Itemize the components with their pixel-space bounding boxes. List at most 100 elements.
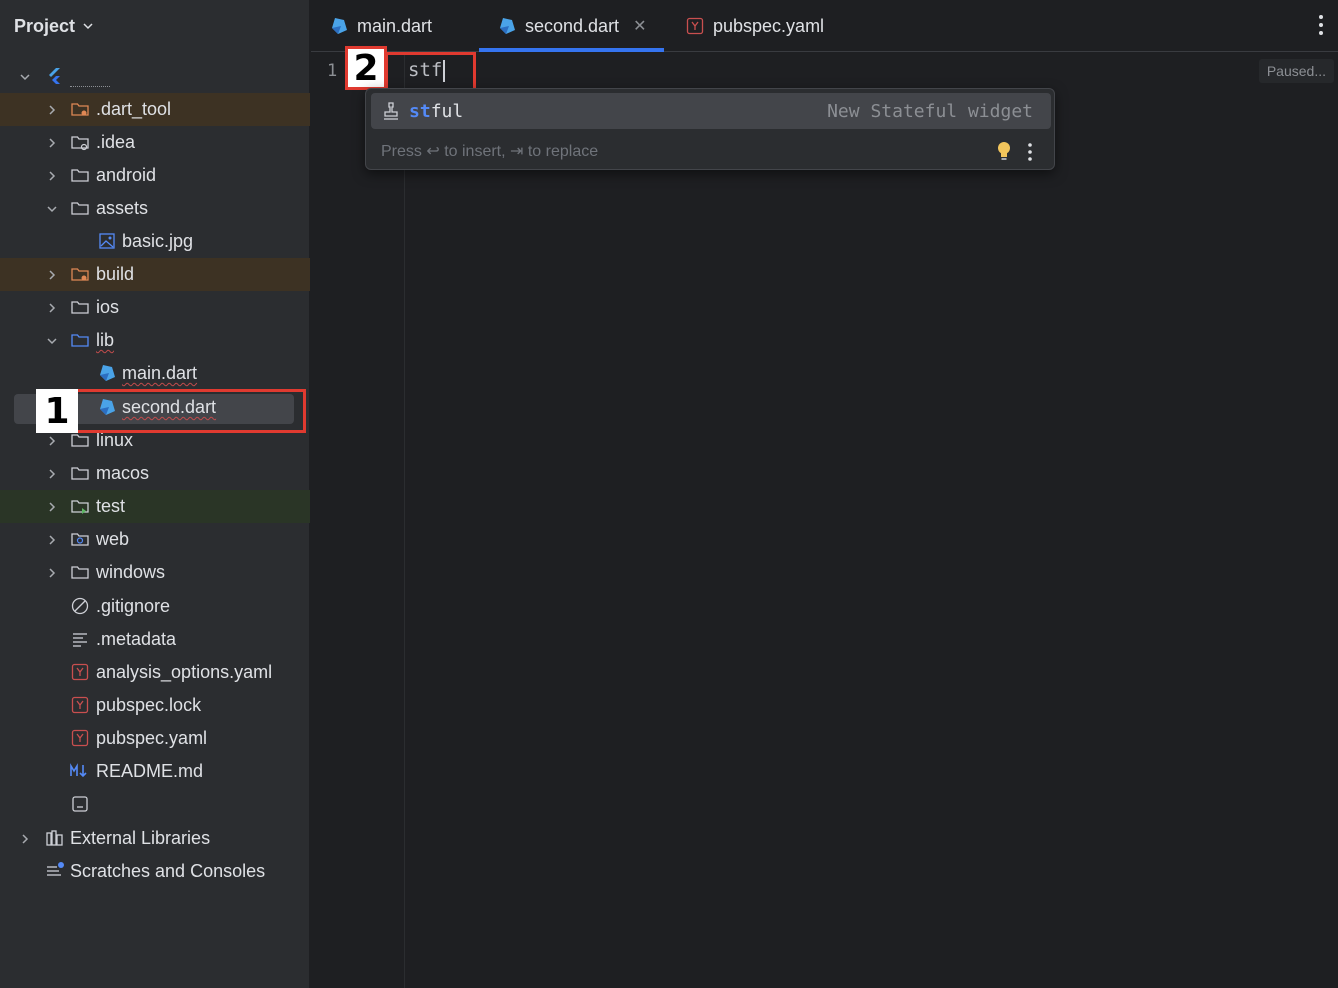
text-file-icon	[73, 633, 87, 647]
folder-excluded-icon	[71, 268, 89, 281]
lightbulb-icon[interactable]	[996, 141, 1012, 163]
chevron-right-icon[interactable]	[45, 467, 59, 481]
completion-item-description: New Stateful widget	[827, 100, 1033, 122]
markdown-file-icon	[70, 763, 87, 778]
tree-item[interactable]: .gitignore	[0, 590, 310, 623]
completion-item-stful[interactable]: stful New Stateful widget	[371, 93, 1051, 129]
chevron-down-icon[interactable]	[18, 70, 32, 84]
tree-item[interactable]: macos	[0, 457, 310, 490]
tree-item[interactable]: Scratches and Consoles	[0, 855, 310, 888]
chevron-down-icon[interactable]	[45, 334, 59, 348]
tree-item[interactable]	[0, 788, 310, 821]
tree-item[interactable]: .idea	[0, 126, 310, 159]
tree-item-label: Scratches and Consoles	[70, 861, 266, 881]
scratches-icon	[47, 862, 64, 876]
tab-label: pubspec.yaml	[713, 15, 825, 36]
chevron-right-icon[interactable]	[45, 136, 59, 150]
chevron-right-icon[interactable]	[45, 169, 59, 183]
chevron-down-icon[interactable]	[45, 202, 59, 216]
tree-item-label: web	[96, 529, 130, 549]
chevron-right-icon[interactable]	[45, 566, 59, 580]
tree-item[interactable]: analysis_options.yaml	[0, 656, 310, 689]
more-options-icon[interactable]	[1028, 143, 1032, 161]
yaml-file-icon	[71, 663, 89, 681]
tree-item-label: basic.jpg	[122, 231, 194, 251]
chevron-right-icon[interactable]	[45, 103, 59, 117]
tree-item[interactable]: windows	[0, 556, 310, 589]
tree-item[interactable]: pubspec.lock	[0, 689, 310, 722]
folder-icon	[71, 566, 89, 579]
tree-item-label: .gitignore	[96, 596, 171, 616]
tab-main-dart[interactable]: main.dart	[329, 0, 432, 52]
folder-icon	[71, 434, 89, 447]
tree-item-label: pubspec.lock	[96, 695, 202, 715]
tree-item[interactable]: README.md	[0, 755, 310, 788]
tree-item-label: assets	[96, 198, 149, 218]
completion-item-name: stful	[409, 101, 463, 122]
tree-item-label: main.dart	[122, 363, 198, 383]
tree-item-label: windows	[96, 562, 166, 582]
yaml-file-icon	[71, 729, 89, 747]
folder-icon	[71, 301, 89, 314]
callout-number-1: 1	[36, 389, 78, 433]
tree-item[interactable]: .metadata	[0, 623, 310, 656]
tree-item-label: External Libraries	[70, 828, 211, 848]
tree-item[interactable]: build	[0, 258, 310, 291]
tree-item-label: build	[96, 264, 135, 284]
tree-item-label: pubspec.yaml	[96, 728, 208, 748]
iml-file-icon	[72, 796, 88, 812]
tree-item-label: .metadata	[96, 629, 177, 649]
tree-item[interactable]: ios	[0, 291, 310, 324]
completion-hint: Press ↩ to insert, ⇥ to replace	[381, 143, 599, 160]
tree-item[interactable]: android	[0, 159, 310, 192]
chevron-right-icon[interactable]	[45, 500, 59, 514]
tab-label: second.dart	[525, 15, 620, 36]
tree-item[interactable]: web	[0, 523, 310, 556]
folder-icon	[71, 169, 89, 182]
editor-tab-bar: main.dart second.dart ✕ pubspec.yaml	[311, 0, 1338, 52]
tree-root-row[interactable]	[0, 60, 310, 93]
chevron-right-icon[interactable]	[45, 268, 59, 282]
folder-icon	[71, 467, 89, 480]
root-name-placeholder	[70, 86, 110, 87]
dart-file-icon	[332, 18, 347, 34]
tree-item[interactable]: basic.jpg	[0, 225, 310, 258]
tree-item-label: README.md	[96, 761, 204, 781]
tab-pubspec-yaml[interactable]: pubspec.yaml	[685, 0, 824, 52]
test-folder-icon	[71, 500, 89, 514]
chevron-right-icon[interactable]	[45, 434, 59, 448]
completion-match-text: st	[409, 100, 431, 122]
folder-settings-icon	[71, 136, 89, 151]
chevron-right-icon[interactable]	[18, 832, 32, 846]
tree-item[interactable]: main.dart	[0, 357, 310, 390]
tree-item-label: analysis_options.yaml	[96, 662, 273, 682]
tree-item[interactable]: assets	[0, 192, 310, 225]
tab-second-dart[interactable]: second.dart ✕	[479, 0, 665, 52]
live-template-icon	[384, 102, 398, 120]
callout-number-2: 2	[345, 46, 387, 90]
more-options-icon[interactable]	[1318, 14, 1324, 36]
tree-item-label: linux	[96, 430, 134, 450]
folder-icon	[71, 202, 89, 215]
project-view-selector[interactable]: Project	[14, 14, 95, 38]
folder-excluded-icon	[71, 103, 89, 116]
tree-item-label: macos	[96, 463, 150, 483]
tree-item-label: lib	[96, 330, 115, 350]
tree-item[interactable]: lib	[0, 324, 310, 357]
tree-item[interactable]: .dart_tool	[0, 93, 310, 126]
tree-item[interactable]: pubspec.yaml	[0, 722, 310, 755]
tree-item[interactable]: External Libraries	[0, 822, 310, 855]
tree-item[interactable]: test	[0, 490, 310, 523]
chevron-right-icon[interactable]	[45, 533, 59, 547]
line-number: 1	[327, 61, 338, 81]
code-editor[interactable]: 1 stf Paused...	[311, 53, 1338, 988]
flutter-icon	[49, 68, 60, 84]
gutter-divider	[404, 53, 405, 988]
libraries-icon	[46, 830, 63, 846]
tree-item-label: .dart_tool	[96, 99, 172, 119]
code-completion-popup: stful New Stateful widget Press ↩ to ins…	[365, 88, 1055, 170]
chevron-right-icon[interactable]	[45, 301, 59, 315]
web-folder-icon	[71, 533, 89, 546]
close-icon[interactable]: ✕	[633, 16, 646, 36]
yaml-file-icon	[71, 696, 89, 714]
